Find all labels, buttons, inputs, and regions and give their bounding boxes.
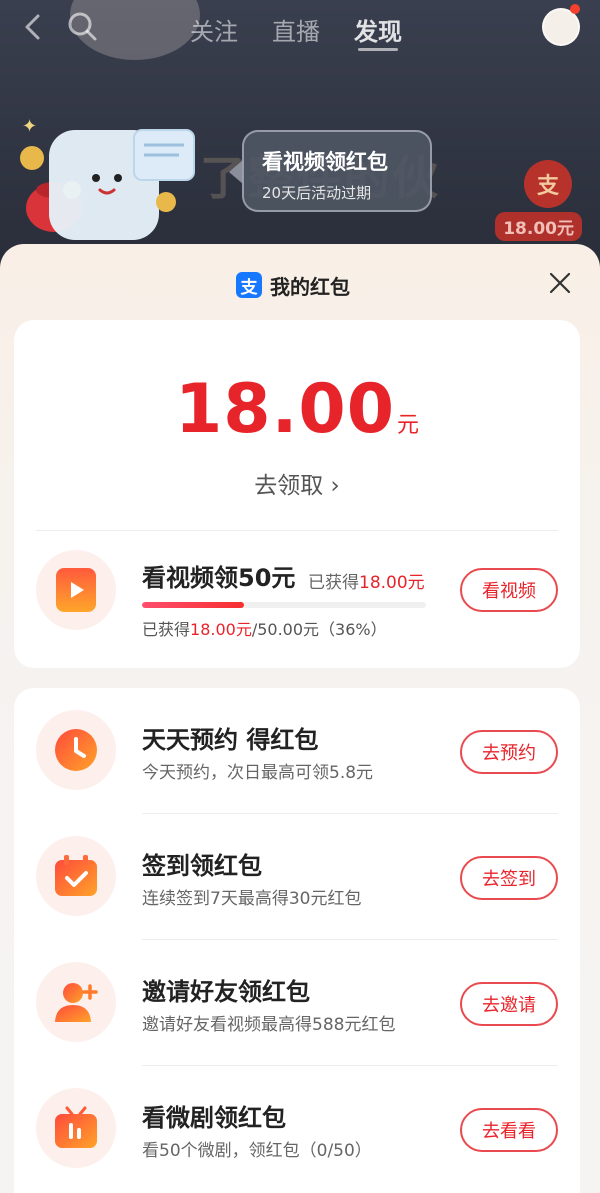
task-icon-badge bbox=[36, 962, 116, 1042]
watch-video-button[interactable]: 看视频 bbox=[460, 568, 558, 612]
earned-value: 18.00元 bbox=[359, 573, 425, 593]
task-icon-badge bbox=[36, 710, 116, 790]
task-subtitle: 邀请好友看视频最高得588元红包 bbox=[142, 1015, 396, 1035]
balance-unit: 元 bbox=[397, 413, 420, 438]
task-list-card: 天天预约 得红包 今天预约，次日最高可领5.8元 去预约 签到领红包 连续签到7… bbox=[14, 688, 580, 1193]
tab-live[interactable]: 直播 bbox=[272, 12, 320, 47]
close-icon[interactable] bbox=[548, 271, 572, 295]
task-subtitle: 今天预约，次日最高可领5.8元 bbox=[142, 763, 374, 783]
clock-icon bbox=[55, 729, 97, 771]
balance-amount-row: 18.00元 bbox=[14, 370, 580, 449]
task-icon-badge bbox=[36, 836, 116, 916]
sheet-title: 我的红包 bbox=[270, 275, 350, 299]
add-friend-icon bbox=[55, 983, 98, 1022]
sheet-header: 支 我的红包 bbox=[0, 244, 600, 324]
video-task-row: 看视频领50元 已获得18.00元 已获得18.00元/50.00元（36%） … bbox=[14, 546, 580, 656]
task-row-microdrama: 看微剧领红包 看50个微剧，领红包（0/50） 去看看 bbox=[14, 1066, 580, 1192]
balance-amount: 18.00 bbox=[174, 370, 396, 449]
earned-prefix: 已获得 bbox=[308, 573, 359, 593]
task-title: 天天预约 得红包 bbox=[142, 726, 319, 754]
claim-link[interactable]: 去领取 › bbox=[14, 466, 580, 500]
tooltip-subtitle: 20天后活动过期 bbox=[262, 184, 372, 202]
balance-card: 18.00元 去领取 › 看视频领50元 已获得18.00元 已获得18.00元… bbox=[14, 320, 580, 668]
video-play-icon bbox=[56, 568, 96, 612]
tooltip-title: 看视频领红包 bbox=[262, 150, 388, 174]
calendar-check-icon bbox=[55, 855, 97, 896]
task-subtitle: 连续签到7天最高得30元红包 bbox=[142, 889, 362, 909]
task-row-invite: 邀请好友领红包 邀请好友看视频最高得588元红包 去邀请 bbox=[14, 940, 580, 1066]
task-subtitle: 看50个微剧，领红包（0/50） bbox=[142, 1141, 372, 1161]
task-row-checkin: 签到领红包 连续签到7天最高得30元红包 去签到 bbox=[14, 814, 580, 940]
progress-text: 已获得18.00元/50.00元（36%） bbox=[142, 616, 387, 640]
progress-rest: /50.00元（36%） bbox=[251, 620, 387, 639]
task-row-reserve: 天天预约 得红包 今天预约，次日最高可领5.8元 去预约 bbox=[14, 688, 580, 814]
divider bbox=[36, 530, 558, 531]
video-task-earned: 已获得18.00元 bbox=[308, 568, 425, 593]
tv-icon bbox=[55, 1106, 97, 1148]
progress-fill bbox=[142, 602, 245, 608]
invite-button[interactable]: 去邀请 bbox=[460, 982, 558, 1026]
video-task-progress bbox=[142, 602, 426, 608]
back-icon[interactable] bbox=[18, 12, 48, 42]
checkin-button[interactable]: 去签到 bbox=[460, 856, 558, 900]
mascot-illustration: ✦ ✦ bbox=[20, 116, 195, 240]
alipay-logo-icon: 支 bbox=[236, 272, 262, 298]
task-icon-badge bbox=[36, 1088, 116, 1168]
notification-dot bbox=[570, 4, 580, 14]
background-price-tag: 18.00元 bbox=[495, 212, 582, 241]
task-title: 邀请好友领红包 bbox=[142, 978, 310, 1006]
top-nav: 关注 直播 发现 bbox=[0, 0, 600, 56]
svg-text:✦: ✦ bbox=[22, 116, 37, 137]
background-badge: 支 bbox=[524, 160, 572, 208]
activity-tooltip: 看视频领红包 20天后活动过期 bbox=[242, 130, 432, 212]
task-icon-badge bbox=[36, 550, 116, 630]
progress-earned: 18.00元 bbox=[190, 620, 252, 639]
task-title: 签到领红包 bbox=[142, 852, 262, 880]
task-title: 看微剧领红包 bbox=[142, 1104, 286, 1132]
search-icon[interactable] bbox=[66, 10, 98, 42]
active-tab-indicator bbox=[358, 48, 398, 51]
watch-microdrama-button[interactable]: 去看看 bbox=[460, 1108, 558, 1152]
tab-discover[interactable]: 发现 bbox=[354, 12, 402, 47]
tab-follow[interactable]: 关注 bbox=[190, 12, 238, 47]
video-task-title: 看视频领50元 bbox=[142, 564, 296, 592]
progress-prefix: 已获得 bbox=[142, 620, 191, 639]
red-packet-sheet: 支 我的红包 18.00元 去领取 › 看视频领50元 已获得18.00元 已获… bbox=[0, 244, 600, 1193]
reserve-button[interactable]: 去预约 bbox=[460, 730, 558, 774]
tooltip-arrow bbox=[229, 160, 243, 184]
